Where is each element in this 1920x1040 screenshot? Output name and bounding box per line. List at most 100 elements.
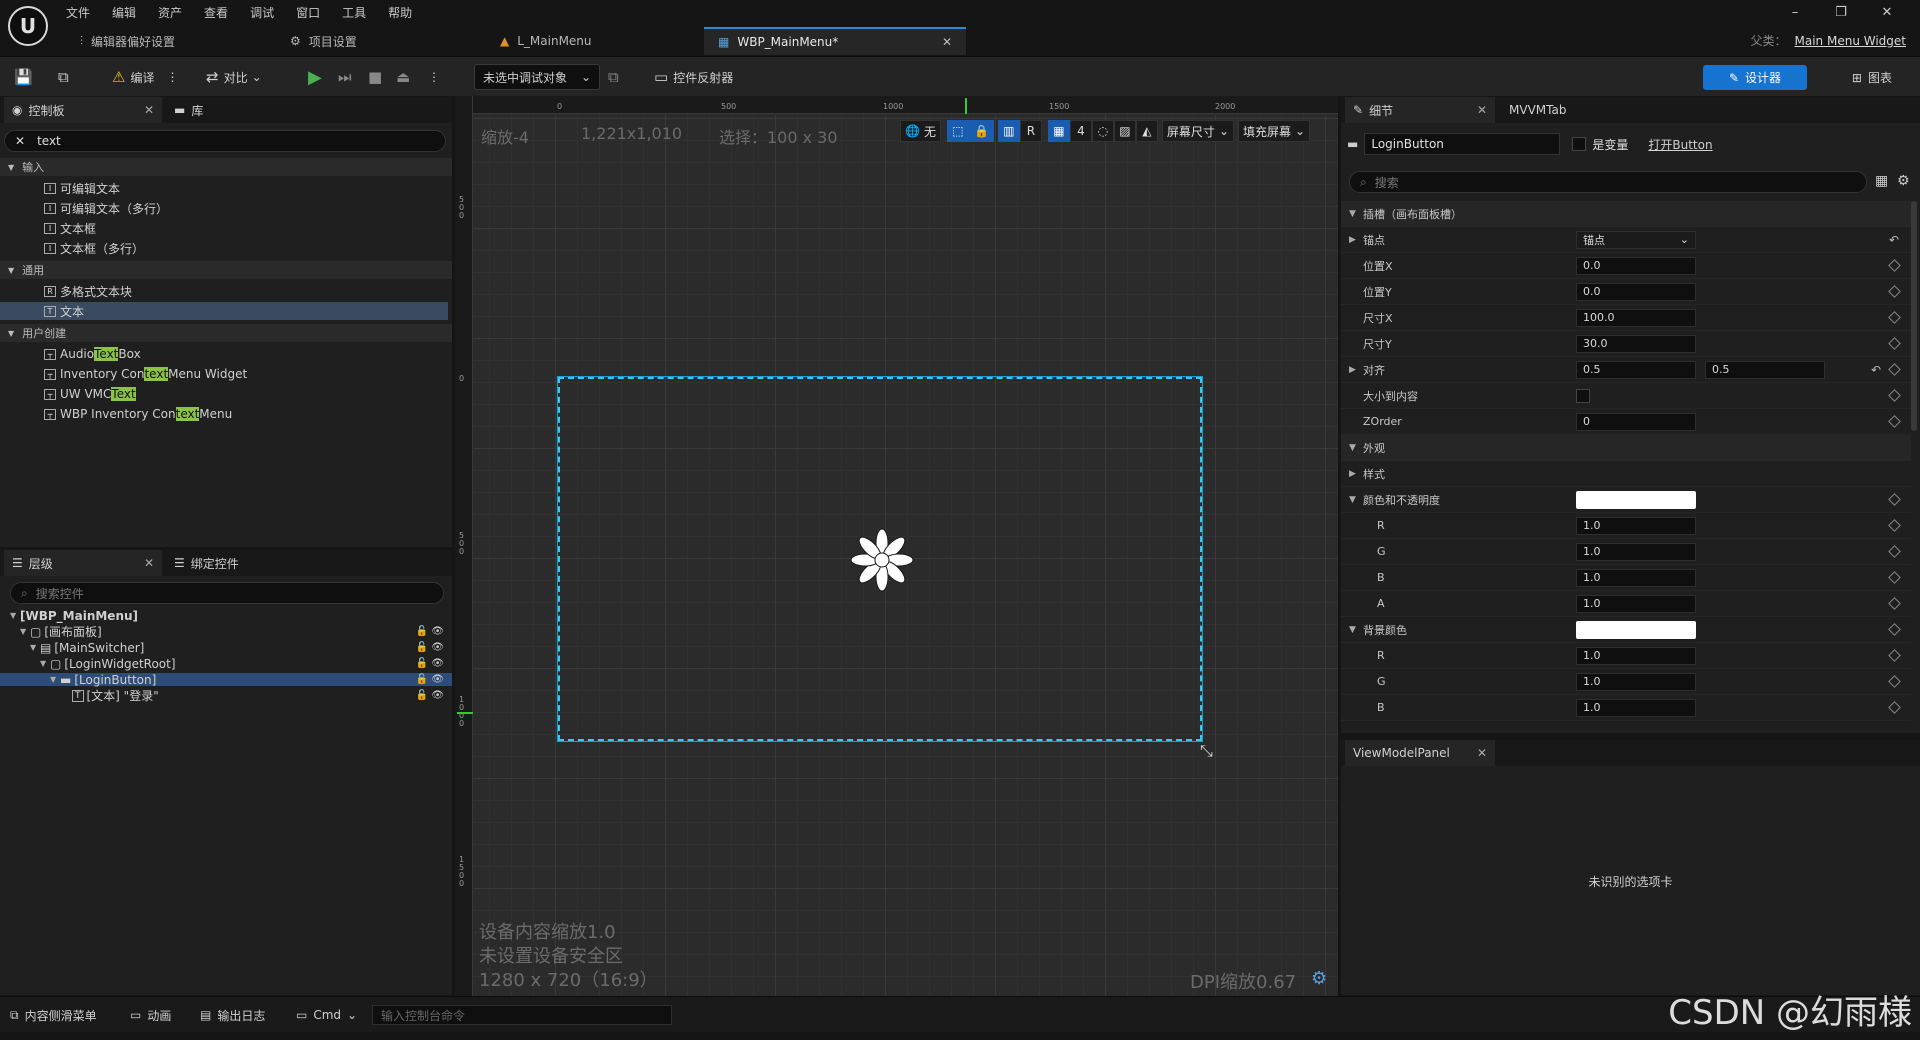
outline-button[interactable]: ◌ bbox=[1091, 120, 1114, 142]
tab-bind-widgets[interactable]: ☰ 绑定控件 bbox=[166, 550, 247, 576]
widget-name-input[interactable]: LoginButton bbox=[1364, 133, 1561, 155]
tab-viewmodel[interactable]: ViewModelPanel ✕ bbox=[1345, 740, 1495, 766]
background-color-swatch[interactable] bbox=[1576, 620, 1696, 639]
lock-visibility-icons[interactable]: 🔓 👁 bbox=[416, 690, 444, 701]
keyframe-icon[interactable] bbox=[1888, 311, 1901, 324]
is-variable-checkbox[interactable] bbox=[1572, 137, 1587, 151]
category-appearance[interactable]: ▼ 外观 bbox=[1341, 435, 1911, 461]
fill-screen-dropdown[interactable]: 填充屏幕 ⌄ bbox=[1238, 120, 1311, 142]
size-x-input[interactable]: 100.0 bbox=[1576, 308, 1696, 327]
close-tab-icon[interactable]: ✕ bbox=[144, 103, 154, 117]
tab-editor-preferences[interactable]: ⫶ 编辑器偏好设置 bbox=[66, 27, 189, 55]
menu-tools[interactable]: 工具 bbox=[342, 4, 366, 21]
close-window-icon[interactable]: ✕ bbox=[1864, 5, 1910, 20]
keyframe-icon[interactable] bbox=[1888, 519, 1901, 532]
save-button[interactable]: 💾 bbox=[14, 65, 38, 89]
menu-help[interactable]: 帮助 bbox=[388, 4, 412, 21]
screen-size-dropdown[interactable]: 屏幕尺寸 ⌄ bbox=[1161, 120, 1234, 142]
color-b-input[interactable]: 1.0 bbox=[1576, 568, 1696, 587]
keyframe-icon[interactable] bbox=[1888, 337, 1901, 350]
palette-search-input[interactable]: text bbox=[37, 134, 61, 148]
cmd-dropdown[interactable]: ▭ Cmd ⌄ bbox=[296, 1005, 357, 1025]
tab-details[interactable]: ✎ 细节 ✕ bbox=[1345, 97, 1495, 123]
debug-target-dropdown[interactable]: 未选中调试对象 ⌄ bbox=[474, 64, 600, 90]
keyframe-icon[interactable] bbox=[1888, 571, 1901, 584]
stop-button[interactable]: ■ bbox=[368, 65, 387, 89]
palette-item[interactable]: ┬ WBP Inventory Con text Menu bbox=[0, 405, 452, 423]
zorder-input[interactable]: 0 bbox=[1576, 412, 1696, 431]
tree-row[interactable]: ▼ [WBP_MainMenu] bbox=[0, 609, 452, 623]
keyframe-icon[interactable] bbox=[1888, 545, 1901, 558]
alignment-y-input[interactable]: 0.5 bbox=[1705, 360, 1825, 379]
keyframe-icon[interactable] bbox=[1888, 285, 1901, 298]
select-mode-button[interactable]: ⬚ bbox=[946, 120, 969, 142]
preview-button[interactable]: ▨ bbox=[1113, 120, 1136, 142]
details-search-input[interactable]: 搜索 bbox=[1375, 174, 1399, 191]
category-input[interactable]: ▼ 输入 bbox=[0, 158, 452, 176]
keyframe-icon[interactable] bbox=[1888, 597, 1901, 610]
debug-browse-button[interactable]: ⧉ bbox=[608, 65, 624, 89]
open-button-link[interactable]: 打开Button bbox=[1648, 136, 1712, 153]
menu-window[interactable]: 窗口 bbox=[296, 4, 320, 21]
browse-button[interactable]: ⧉ bbox=[58, 65, 74, 89]
details-scrollbar[interactable] bbox=[1911, 201, 1917, 431]
console-input[interactable]: 输入控制台命令 bbox=[372, 1005, 672, 1025]
resize-handle-icon[interactable]: ⤡ bbox=[1200, 741, 1213, 761]
lock-visibility-icons[interactable]: 🔓 👁 bbox=[416, 658, 444, 669]
eject-button[interactable]: ⏏ bbox=[396, 65, 415, 89]
parent-class-link[interactable]: Main Menu Widget bbox=[1795, 34, 1906, 48]
palette-item-selected[interactable]: T 文本 bbox=[0, 302, 448, 320]
details-search[interactable]: ⌕ 搜索 bbox=[1349, 171, 1867, 193]
graph-mode-button[interactable]: ⊞ 图表 bbox=[1852, 65, 1892, 90]
settings-icon[interactable]: ⚙ bbox=[1311, 968, 1327, 989]
tree-row-selected[interactable]: ▼ ▬ [LoginButton] 🔓 👁 bbox=[0, 673, 452, 687]
keyframe-icon[interactable] bbox=[1888, 389, 1901, 402]
keyframe-icon[interactable] bbox=[1888, 649, 1901, 662]
keyframe-icon[interactable] bbox=[1888, 701, 1901, 714]
color-r-input[interactable]: 1.0 bbox=[1576, 516, 1696, 535]
lock-button[interactable]: 🔒 bbox=[968, 120, 994, 142]
category-user-created[interactable]: ▼ 用户创建 bbox=[0, 324, 452, 342]
table-view-icon[interactable]: ▦ bbox=[1875, 173, 1888, 189]
palette-item[interactable]: I 文本框 bbox=[0, 219, 452, 237]
lock-visibility-icons[interactable]: 🔓 👁 bbox=[416, 642, 444, 653]
tab-level[interactable]: ▲ L_MainMenu bbox=[486, 27, 696, 55]
content-drawer-button[interactable]: ⧉ 内容侧滑菜单 bbox=[10, 1005, 97, 1025]
keyframe-icon[interactable] bbox=[1888, 259, 1901, 272]
size-y-input[interactable]: 30.0 bbox=[1576, 334, 1696, 353]
lock-visibility-icons[interactable]: 🔓 👁 bbox=[416, 674, 444, 685]
color-swatch[interactable] bbox=[1576, 490, 1696, 509]
tab-mvvm[interactable]: MVVMTab bbox=[1501, 97, 1574, 123]
palette-item[interactable]: I 可编辑文本（多行） bbox=[0, 199, 452, 217]
palette-item[interactable]: ┬ Inventory Con text Menu Widget bbox=[0, 365, 452, 383]
palette-item[interactable]: ┬ UW VMC Text bbox=[0, 385, 452, 403]
widget-reflector-button[interactable]: ▭ 控件反射器 bbox=[654, 65, 733, 89]
diff-button[interactable]: ⇄ 对比 ⌄ bbox=[206, 65, 262, 89]
expand-icon[interactable]: ▶ bbox=[1349, 365, 1356, 375]
close-tab-icon[interactable]: ✕ bbox=[942, 35, 952, 49]
compile-button[interactable]: ⚠ 编译 ⋮ bbox=[112, 65, 178, 89]
hierarchy-search-input[interactable]: 搜索控件 bbox=[36, 585, 84, 602]
palette-item[interactable]: ┬ Audio Text Box bbox=[0, 345, 452, 363]
tree-row[interactable]: ▼ ▢ [画布面板] 🔓 👁 bbox=[0, 625, 452, 640]
palette-item[interactable]: R 多格式文本块 bbox=[0, 282, 452, 300]
tab-hierarchy[interactable]: ☰ 层级 ✕ bbox=[4, 550, 162, 576]
category-common[interactable]: ▼ 通用 bbox=[0, 261, 452, 279]
alignment-x-input[interactable]: 0.5 bbox=[1576, 360, 1696, 379]
expand-icon[interactable]: ▼ bbox=[1349, 625, 1356, 635]
bg-r-input[interactable]: 1.0 bbox=[1576, 646, 1696, 665]
menu-view[interactable]: 查看 bbox=[204, 4, 228, 21]
keyframe-icon[interactable] bbox=[1888, 623, 1901, 636]
grid-snap-button[interactable]: ▦ bbox=[1047, 120, 1070, 142]
bg-g-input[interactable]: 1.0 bbox=[1576, 672, 1696, 691]
animation-button[interactable]: ▭ 动画 bbox=[130, 1005, 171, 1025]
reset-icon[interactable]: ↶ bbox=[1889, 233, 1899, 247]
expand-icon[interactable]: ▶ bbox=[1349, 469, 1356, 479]
tab-widget-blueprint[interactable]: ▦ WBP_MainMenu* ✕ bbox=[704, 27, 966, 55]
tree-row[interactable]: ▼ ▢ [LoginWidgetRoot] 🔓 👁 bbox=[0, 657, 452, 671]
tab-palette[interactable]: ◉ 控制板 ✕ bbox=[4, 97, 162, 123]
respect-locks-button[interactable]: R bbox=[1019, 120, 1042, 142]
restore-icon[interactable]: ❐ bbox=[1818, 5, 1864, 20]
tab-project-settings[interactable]: ⚙ 项目设置 bbox=[276, 27, 371, 55]
expand-icon[interactable]: ▶ bbox=[1349, 235, 1356, 245]
